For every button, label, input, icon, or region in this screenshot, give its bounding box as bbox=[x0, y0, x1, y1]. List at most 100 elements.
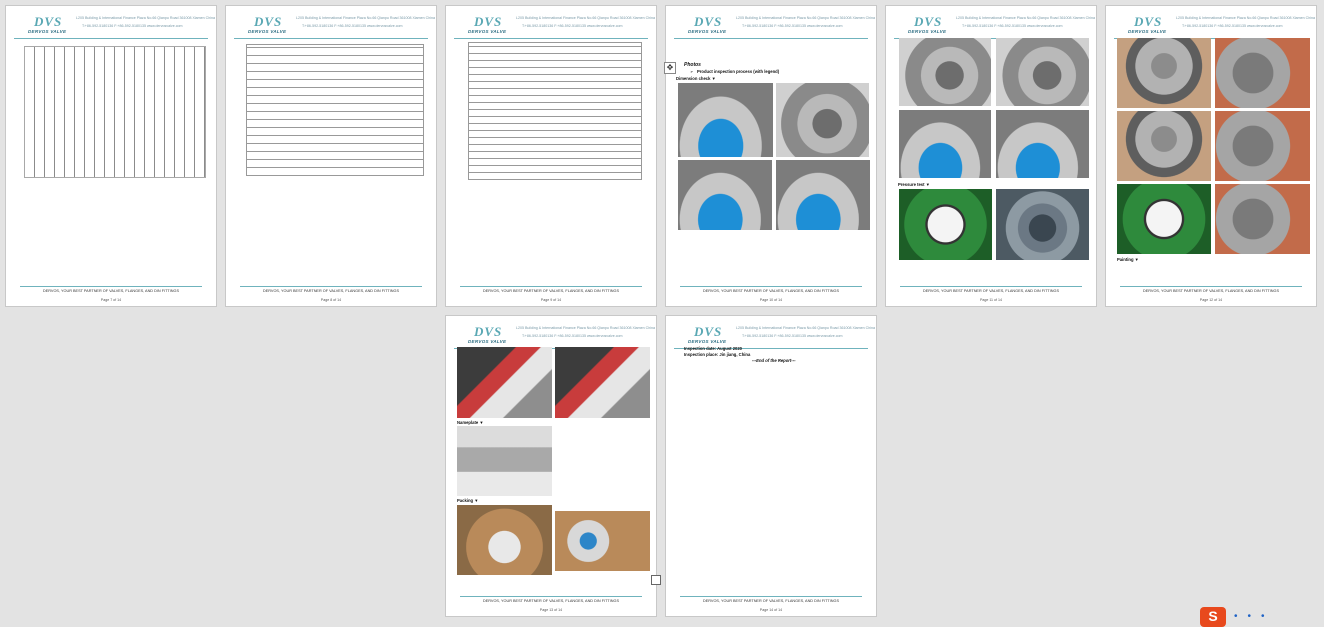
page-header: DVS DERVOS VALVE L205 Building & Interna… bbox=[454, 322, 655, 349]
header-rule bbox=[454, 38, 648, 39]
company-logo: DVS bbox=[1134, 14, 1163, 29]
photo-dimension-8 bbox=[996, 110, 1089, 178]
company-contact: T:+86-592-5180136 F:+86-592-5180135 www.… bbox=[742, 24, 843, 28]
photo-gauge-2 bbox=[1117, 184, 1211, 254]
photo-pressure-gauge bbox=[899, 189, 992, 260]
company-address: L205 Building & International Finance Pl… bbox=[516, 16, 656, 20]
company-contact: T:+86-592-5180136 F:+86-592-5180135 www.… bbox=[1182, 24, 1283, 28]
company-name: DERVOS VALVE bbox=[688, 29, 727, 34]
company-contact: T:+86-592-5180136 F:+86-592-5180135 www.… bbox=[302, 24, 403, 28]
tray-dots-icon: ••• bbox=[1234, 611, 1275, 622]
company-address: L205 Building & International Finance Pl… bbox=[76, 16, 216, 20]
company-name: DERVOS VALVE bbox=[248, 29, 287, 34]
scanned-check-record bbox=[468, 42, 642, 180]
photo-dimension-3 bbox=[678, 160, 772, 230]
company-name: DERVOS VALVE bbox=[468, 29, 507, 34]
footer-slogan: DERVOS, YOUR BEST PARTNER OF VALVES, FLA… bbox=[482, 599, 619, 603]
page-13: DVS DERVOS VALVE L205 Building & Interna… bbox=[445, 315, 657, 617]
pressure-test-label: Pressure test ▼ bbox=[898, 182, 930, 187]
page-header: DVS DERVOS VALVE L205 Building & Interna… bbox=[674, 322, 875, 349]
page-14: DVS DERVOS VALVE L205 Building & Interna… bbox=[665, 315, 877, 617]
page-header: DVS DERVOS VALVE L205 Building & Interna… bbox=[894, 12, 1095, 39]
page-header: DVS DERVOS VALVE L205 Building & Interna… bbox=[14, 12, 215, 39]
footer-rule bbox=[900, 286, 1082, 287]
company-contact: T:+86-592-5180136 F:+86-592-5180135 www.… bbox=[742, 334, 843, 338]
photo-valve-4 bbox=[1215, 111, 1310, 181]
painting-label: Painting ▼ bbox=[1117, 257, 1139, 262]
page-number: Page 7 of 14 bbox=[100, 298, 122, 302]
company-logo: DVS bbox=[694, 324, 723, 339]
company-logo: DVS bbox=[694, 14, 723, 29]
company-logo: DVS bbox=[474, 14, 503, 29]
footer-slogan: DERVOS, YOUR BEST PARTNER OF VALVES, FLA… bbox=[1142, 289, 1279, 293]
company-name: DERVOS VALVE bbox=[468, 339, 507, 344]
company-contact: T:+86-592-5180136 F:+86-592-5180135 www.… bbox=[82, 24, 183, 28]
company-address: L205 Building & International Finance Pl… bbox=[1176, 16, 1316, 20]
object-resize-handle[interactable] bbox=[651, 575, 661, 585]
photo-nameplate bbox=[457, 426, 552, 496]
page-header: DVS DERVOS VALVE L205 Building & Interna… bbox=[454, 12, 655, 39]
photo-dimension-7 bbox=[899, 110, 991, 178]
company-address: L205 Building & International Finance Pl… bbox=[736, 326, 876, 330]
page-header: DVS DERVOS VALVE L205 Building & Interna… bbox=[674, 12, 875, 39]
inspection-process-caption: Product inspection process (with legend) bbox=[697, 69, 780, 74]
photos-heading: Photos bbox=[684, 62, 701, 68]
photo-valve-1 bbox=[1117, 38, 1211, 108]
company-logo: DVS bbox=[474, 324, 503, 339]
end-of-report: ---End of the Report--- bbox=[752, 358, 796, 363]
company-logo: DVS bbox=[254, 14, 283, 29]
footer-slogan: DERVOS, YOUR BEST PARTNER OF VALVES, FLA… bbox=[702, 599, 839, 603]
photo-dimension-4 bbox=[776, 160, 870, 230]
page-8: DVS DERVOS VALVE L205 Building & Interna… bbox=[225, 5, 437, 307]
company-name: DERVOS VALVE bbox=[688, 339, 727, 344]
footer-rule bbox=[680, 596, 862, 597]
photo-pressure-valve bbox=[996, 189, 1089, 260]
company-address: L205 Building & International Finance Pl… bbox=[956, 16, 1096, 20]
company-address: L205 Building & International Finance Pl… bbox=[296, 16, 436, 20]
page-10: DVS DERVOS VALVE L205 Building & Interna… bbox=[665, 5, 877, 307]
nameplate-label: Nameplate ▼ bbox=[457, 420, 484, 425]
company-contact: T:+86-592-5180136 F:+86-592-5180135 www.… bbox=[522, 334, 623, 338]
page-number: Page 10 of 14 bbox=[759, 298, 783, 302]
page-12: DVS DERVOS VALVE L205 Building & Interna… bbox=[1105, 5, 1317, 307]
footer-rule bbox=[460, 596, 642, 597]
photo-packing-2 bbox=[555, 511, 650, 571]
header-rule bbox=[674, 38, 868, 39]
company-name: DERVOS VALVE bbox=[1128, 29, 1167, 34]
photo-valve-3 bbox=[1117, 111, 1211, 181]
footer-rule bbox=[20, 286, 202, 287]
footer-slogan: DERVOS, YOUR BEST PARTNER OF VALVES, FLA… bbox=[262, 289, 399, 293]
page-header: DVS DERVOS VALVE L205 Building & Interna… bbox=[234, 12, 435, 39]
page-9: DVS DERVOS VALVE L205 Building & Interna… bbox=[445, 5, 657, 307]
header-rule bbox=[14, 38, 208, 39]
inspection-place: Inspection place: Jin jiang, China bbox=[684, 352, 751, 357]
app-logo-icon[interactable]: S bbox=[1200, 607, 1226, 627]
header-rule bbox=[234, 38, 428, 39]
footer-slogan: DERVOS, YOUR BEST PARTNER OF VALVES, FLA… bbox=[482, 289, 619, 293]
company-address: L205 Building & International Finance Pl… bbox=[516, 326, 656, 330]
photo-thickness-meter-2 bbox=[555, 347, 650, 418]
table-move-handle-icon[interactable]: ✥ bbox=[664, 62, 676, 74]
page-number: Page 13 of 14 bbox=[539, 608, 563, 612]
scanned-performance-test-record bbox=[246, 44, 424, 176]
footer-rule bbox=[460, 286, 642, 287]
page-number: Page 12 of 14 bbox=[1199, 298, 1223, 302]
system-tray-widget[interactable]: S ••• bbox=[1200, 605, 1324, 627]
page-11: DVS DERVOS VALVE L205 Building & Interna… bbox=[885, 5, 1097, 307]
page-7: DVS DERVOS VALVE L205 Building & Interna… bbox=[5, 5, 217, 307]
photo-dimension-1 bbox=[678, 83, 773, 157]
page-header: DVS DERVOS VALVE L205 Building & Interna… bbox=[1114, 12, 1315, 39]
footer-slogan: DERVOS, YOUR BEST PARTNER OF VALVES, FLA… bbox=[42, 289, 179, 293]
footer-slogan: DERVOS, YOUR BEST PARTNER OF VALVES, FLA… bbox=[922, 289, 1059, 293]
photo-dimension-5 bbox=[899, 38, 991, 106]
photo-dimension-2 bbox=[776, 83, 869, 157]
company-name: DERVOS VALVE bbox=[908, 29, 947, 34]
dimension-check-label: Dimension check ▼ bbox=[676, 76, 716, 81]
scanned-certificate-rotated bbox=[24, 46, 206, 178]
company-logo: DVS bbox=[34, 14, 63, 29]
page-number: Page 14 of 14 bbox=[759, 608, 783, 612]
company-logo: DVS bbox=[914, 14, 943, 29]
photo-valve-5 bbox=[1215, 184, 1310, 254]
page-number: Page 11 of 14 bbox=[979, 298, 1003, 302]
page-number: Page 9 of 14 bbox=[540, 298, 562, 302]
